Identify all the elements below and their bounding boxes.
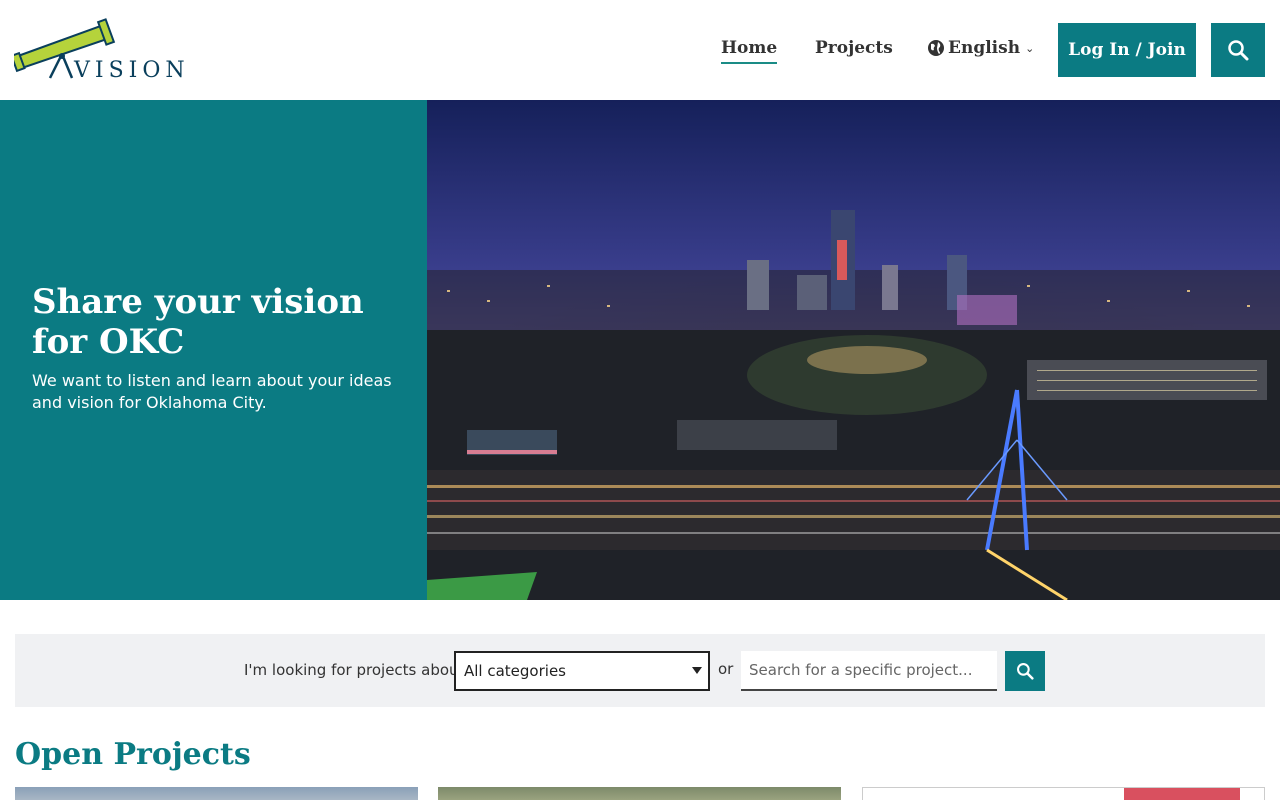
chevron-down-icon: ⌄ bbox=[1025, 41, 1035, 55]
logo-wordmark: VISION bbox=[74, 58, 190, 83]
project-filter-bar: I'm looking for projects about All categ… bbox=[15, 634, 1265, 707]
hero-city-skyline-image bbox=[427, 100, 1280, 600]
category-select[interactable]: All categories bbox=[454, 651, 710, 691]
dropdown-arrow-icon bbox=[692, 667, 702, 674]
nav-projects-link[interactable]: Projects bbox=[815, 38, 893, 58]
login-join-button[interactable]: Log In / Join bbox=[1058, 23, 1196, 77]
project-card[interactable] bbox=[15, 787, 418, 800]
globe-icon bbox=[928, 40, 944, 56]
project-search-button[interactable] bbox=[1005, 651, 1045, 691]
project-search-input[interactable] bbox=[741, 651, 997, 691]
hero-subtitle: We want to listen and learn about your i… bbox=[32, 371, 392, 412]
project-card-accent bbox=[1124, 788, 1240, 800]
search-icon bbox=[1228, 40, 1249, 61]
okc-night-skyline-illustration bbox=[427, 100, 1280, 600]
open-projects-heading: Open Projects bbox=[15, 737, 251, 772]
hero-section: Share your vision for OKC We want to lis… bbox=[0, 100, 1280, 600]
project-card[interactable] bbox=[862, 787, 1265, 800]
or-text: or bbox=[718, 660, 734, 678]
language-selector[interactable]: English ⌄ bbox=[927, 38, 1034, 58]
category-select-value: All categories bbox=[464, 662, 566, 680]
hero-title: Share your vision for OKC bbox=[32, 282, 364, 362]
filter-label: I'm looking for projects about bbox=[244, 661, 465, 679]
site-header: VISION Home Projects English ⌄ Log In / … bbox=[0, 0, 1280, 100]
header-search-button[interactable] bbox=[1211, 23, 1265, 77]
project-card[interactable] bbox=[438, 787, 841, 800]
search-icon bbox=[1017, 663, 1034, 680]
nav-home-link[interactable]: Home bbox=[721, 38, 778, 64]
language-label: English bbox=[948, 38, 1021, 58]
vision-logo[interactable]: VISION bbox=[14, 18, 186, 83]
hero-text-panel: Share your vision for OKC We want to lis… bbox=[0, 100, 427, 600]
